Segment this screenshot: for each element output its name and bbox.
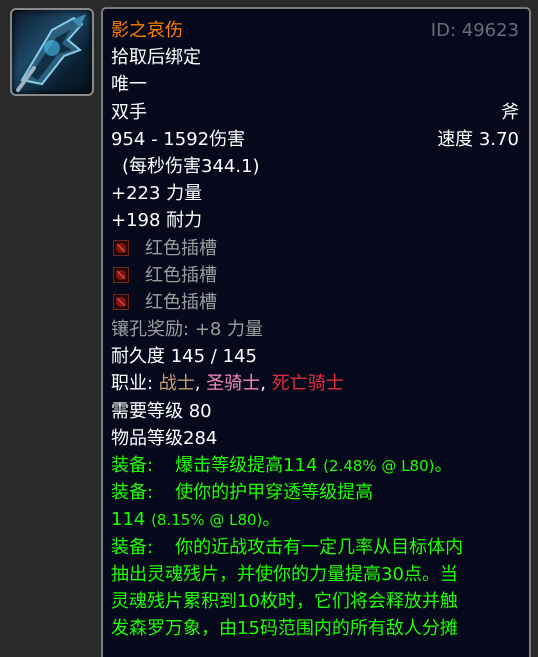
socket-row[interactable]: 红色插槽 — [111, 262, 521, 289]
equip-armor-pen-value: 114 — [111, 509, 152, 531]
binding-text: 拾取后绑定 — [111, 47, 201, 69]
item-name: 影之哀伤 — [111, 20, 183, 41]
equip-armor-pen-text: 使你的护甲穿透等级提高 — [175, 482, 374, 504]
equip-label: 装备: — [111, 482, 154, 504]
required-level: 需要等级 80 — [111, 400, 212, 422]
equip-soul-text-line2: 抽出灵魂残片，并使你的力量提高30点。当 — [111, 563, 458, 585]
red-socket-icon — [113, 267, 129, 284]
weapon-type-text: 斧 — [501, 101, 519, 123]
equip-armor-pen-end: 。 — [262, 509, 281, 531]
shadowmourne-axe-icon — [16, 14, 86, 92]
socket-label: 红色插槽 — [145, 237, 217, 259]
red-socket-icon — [113, 294, 129, 311]
class-warrior: 战士 — [158, 373, 195, 395]
socket-row[interactable]: 红色插槽 — [111, 289, 521, 316]
equip-crit-pct: (2.48% @ L80) — [323, 457, 435, 475]
equip-label: 装备: — [111, 455, 154, 476]
socket-label: 红色插槽 — [145, 291, 217, 313]
equip-soul-text: 你的近战攻击有一定几率从目标体内 — [175, 536, 464, 558]
class-death-knight: 死亡骑士 — [271, 373, 344, 395]
stat-strength: +223 力量 — [111, 183, 203, 205]
equip-label: 装备: — [111, 536, 154, 558]
item-id: ID: 49623 — [430, 20, 519, 41]
equip-soul-text-line3: 灵魂残片累积到10枚时，它们将会释放并触 — [111, 590, 458, 612]
item-tooltip: 影之哀伤 ID: 49623 拾取后绑定 唯一 双手 斧 954 - 1592伤… — [101, 7, 531, 657]
equip-effect-soul-fragment: 装备: 你的近战攻击有一定几率从目标体内 — [111, 534, 521, 561]
equip-crit-end: 。 — [434, 455, 453, 476]
equip-soul-text-line4: 发森罗万象，由15码范围内的所有敌人分摊 — [111, 618, 458, 640]
item-level: 物品等级284 — [111, 427, 218, 449]
class-separator: , — [260, 373, 272, 395]
damage-row: 954 - 1592伤害 速度 3.70 — [111, 126, 521, 153]
equip-effect-armor-pen: 装备: 使你的护甲穿透等级提高 — [111, 479, 521, 506]
red-socket-icon — [113, 240, 129, 257]
stat-stamina: +198 耐力 — [111, 210, 203, 232]
class-separator: , — [194, 373, 207, 395]
class-row: 职业: 战士, 圣骑士, 死亡骑士 — [111, 370, 521, 397]
dps-value: (每秒伤害344.1) — [122, 155, 260, 177]
speed-text: 速度 3.70 — [437, 128, 519, 150]
equip-crit-text: 爆击等级提高114 — [175, 455, 324, 476]
equip-effect-crit: 装备: 爆击等级提高114 (2.48% @ L80)。 — [111, 452, 521, 479]
class-paladin: 圣骑士 — [206, 373, 261, 395]
slot-text: 双手 — [111, 101, 147, 123]
durability-text: 耐久度 145 / 145 — [111, 346, 257, 368]
item-name-row: 影之哀伤 ID: 49623 — [111, 17, 521, 44]
item-icon[interactable] — [10, 8, 94, 96]
socket-label: 红色插槽 — [145, 264, 217, 286]
class-label: 职业: — [111, 373, 159, 395]
socket-row[interactable]: 红色插槽 — [111, 235, 521, 262]
equip-armor-pen-pct: (8.15% @ L80) — [151, 511, 263, 530]
socket-bonus: 镶孔奖励: +8 力量 — [111, 319, 264, 341]
damage-text: 954 - 1592伤害 — [111, 128, 246, 150]
unique-text: 唯一 — [111, 74, 147, 96]
equip-effect-armor-pen-cont: 114 (8.15% @ L80)。 — [111, 506, 521, 533]
slot-row: 双手 斧 — [111, 99, 521, 126]
dps-text: (每秒伤害344.1) — [111, 153, 521, 180]
